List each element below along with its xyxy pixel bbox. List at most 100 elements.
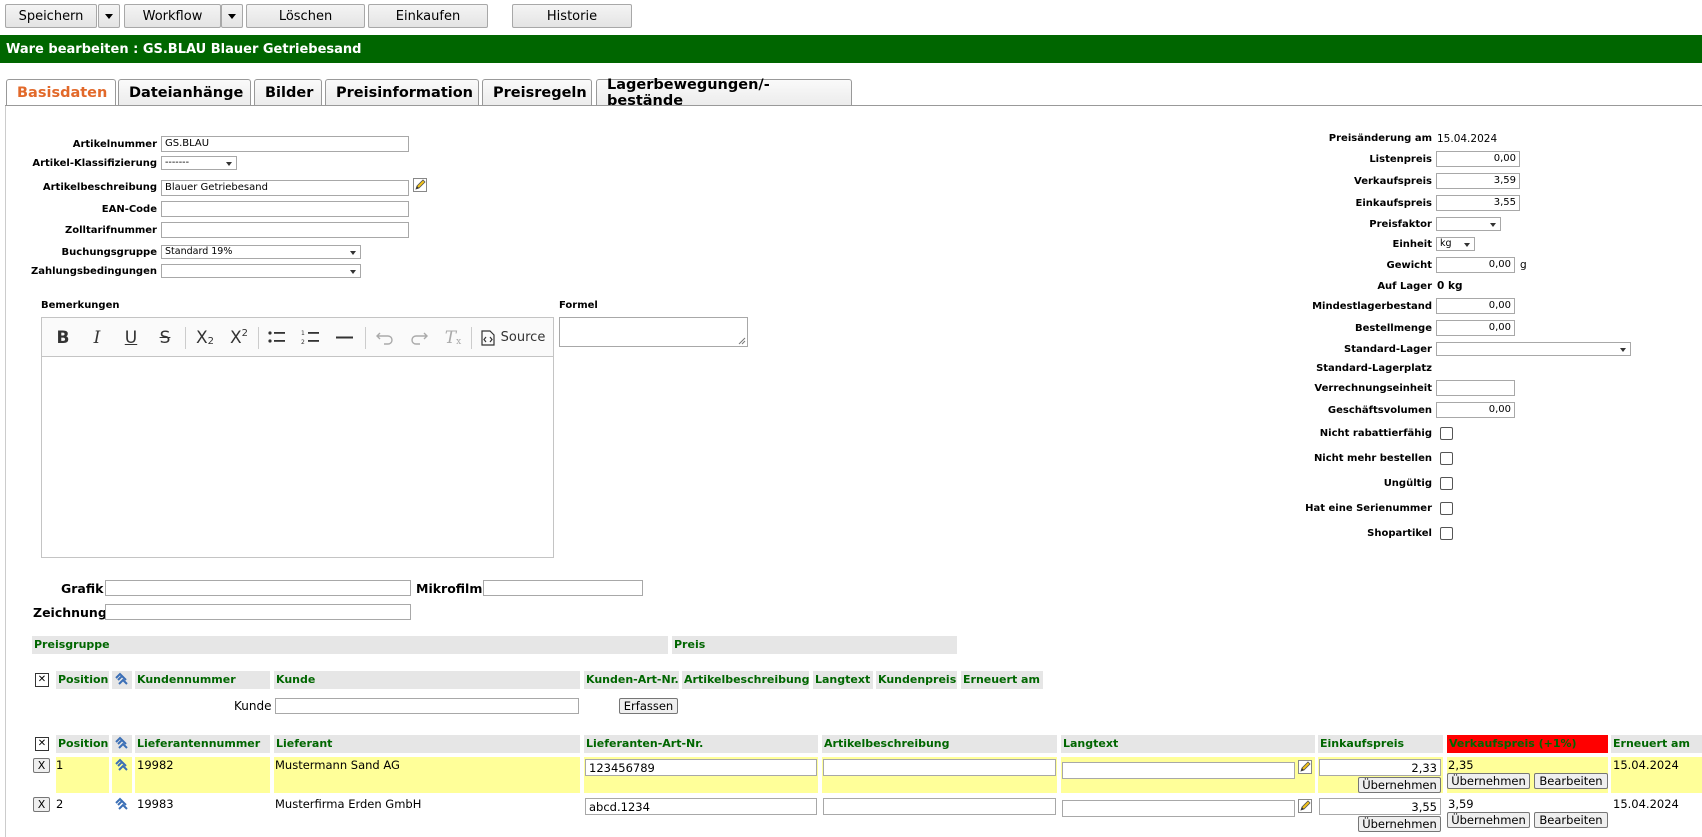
graphic-input[interactable] bbox=[105, 580, 411, 596]
remove-supplier-button[interactable]: X bbox=[33, 758, 50, 773]
drag-handle-icon[interactable] bbox=[114, 797, 130, 813]
customs-input[interactable] bbox=[161, 222, 409, 238]
add-customer-button[interactable]: Erfassen bbox=[619, 698, 678, 714]
take-over-purchase-button[interactable]: Übernehmen bbox=[1358, 816, 1441, 832]
formula-textarea[interactable] bbox=[559, 317, 748, 347]
order-qty-label: Bestellmenge bbox=[1354, 323, 1432, 334]
customers-header-art-no: Kunden-Art-Nr. bbox=[584, 671, 679, 689]
source-label: Source bbox=[500, 330, 546, 345]
drawing-input[interactable] bbox=[105, 604, 411, 620]
supplier-art-no-input[interactable]: 123456789 bbox=[585, 759, 817, 776]
supplier-art-no-input[interactable]: abcd.1234 bbox=[585, 798, 817, 815]
not-discountable-checkbox[interactable] bbox=[1440, 427, 1453, 440]
microfilm-input[interactable] bbox=[483, 580, 643, 596]
bullet-list-icon[interactable] bbox=[262, 318, 292, 357]
edit-button[interactable]: Bearbeiten bbox=[1534, 812, 1608, 828]
list-price-label: Listenpreis bbox=[1369, 154, 1432, 165]
billing-unit-input[interactable] bbox=[1436, 380, 1515, 396]
suppliers-header-purchase-price: Einkaufspreis bbox=[1318, 735, 1443, 753]
business-volume-input[interactable]: 0,00 bbox=[1436, 402, 1515, 418]
unit-select[interactable]: kg bbox=[1436, 237, 1475, 251]
superscript-icon[interactable]: X2 bbox=[224, 318, 254, 357]
payment-terms-select[interactable] bbox=[161, 264, 361, 278]
take-over-purchase-button[interactable]: Übernehmen bbox=[1358, 777, 1441, 793]
list-price-input[interactable]: 0,00 bbox=[1436, 151, 1520, 167]
suppliers-header-art-no: Lieferanten-Art-Nr. bbox=[584, 735, 818, 753]
drag-handle-icon[interactable] bbox=[114, 758, 130, 774]
tab-basisdaten[interactable]: Basisdaten bbox=[6, 79, 116, 106]
take-over-sales-button[interactable]: Übernehmen bbox=[1447, 812, 1530, 828]
purchase-button[interactable]: Einkaufen bbox=[368, 4, 488, 28]
remove-supplier-button[interactable]: X bbox=[33, 797, 50, 812]
redo-icon[interactable] bbox=[404, 318, 434, 357]
customers-header-position: Position bbox=[56, 671, 109, 689]
price-factor-select[interactable] bbox=[1436, 217, 1501, 231]
edit-pencil-icon[interactable] bbox=[1298, 799, 1312, 813]
no-reorder-checkbox[interactable] bbox=[1440, 452, 1453, 465]
svg-text:2: 2 bbox=[301, 339, 305, 346]
no-reorder-label: Nicht mehr bestellen bbox=[1313, 453, 1432, 464]
supplier-longtext-input[interactable] bbox=[1062, 800, 1295, 817]
classification-select[interactable]: ------- bbox=[161, 156, 237, 170]
delete-button[interactable]: Löschen bbox=[246, 4, 365, 28]
strikethrough-icon[interactable]: S bbox=[150, 318, 180, 357]
edit-pencil-icon[interactable] bbox=[1298, 760, 1312, 774]
save-dropdown-button[interactable] bbox=[98, 4, 120, 28]
subscript-icon[interactable]: X2 bbox=[190, 318, 220, 357]
supplier-purchase-price-input[interactable]: 2,33 bbox=[1319, 759, 1441, 776]
description-input[interactable]: Blauer Getriebesand bbox=[161, 180, 409, 196]
underline-icon[interactable]: U bbox=[116, 318, 146, 357]
workflow-button[interactable]: Workflow bbox=[124, 4, 221, 28]
tab-preisinformation[interactable]: Preisinformation bbox=[325, 79, 479, 105]
article-number-input[interactable]: GS.BLAU bbox=[161, 136, 409, 152]
weight-input[interactable]: 0,00 bbox=[1436, 257, 1515, 273]
resize-handle-icon[interactable] bbox=[737, 336, 746, 345]
select-all-customers-checkbox[interactable]: ✕ bbox=[35, 673, 49, 687]
editor-content-area[interactable] bbox=[42, 358, 553, 557]
numbered-list-icon[interactable]: 1 2 bbox=[296, 318, 326, 357]
italic-icon[interactable]: I bbox=[82, 318, 112, 357]
horizontal-line-icon[interactable] bbox=[330, 318, 360, 357]
supplier-description-input[interactable] bbox=[823, 798, 1056, 815]
min-stock-input[interactable]: 0,00 bbox=[1436, 298, 1515, 314]
order-qty-input[interactable]: 0,00 bbox=[1436, 320, 1515, 336]
source-button[interactable]: Source bbox=[476, 318, 548, 357]
reorder-icon bbox=[115, 736, 128, 749]
tab-dateianhaenge[interactable]: Dateianhänge bbox=[118, 79, 251, 105]
tab-preisregeln[interactable]: Preisregeln bbox=[482, 79, 592, 105]
history-button[interactable]: Historie bbox=[512, 4, 632, 28]
bold-icon[interactable]: B bbox=[48, 318, 78, 357]
remarks-editor[interactable]: B I U S X2 X2 1 2 Tx Source bbox=[41, 317, 554, 558]
default-warehouse-select[interactable] bbox=[1436, 342, 1631, 356]
ean-input[interactable] bbox=[161, 201, 409, 217]
remove-format-icon[interactable]: Tx bbox=[438, 318, 468, 357]
booking-group-select[interactable]: Standard 19% bbox=[161, 245, 361, 259]
customer-input[interactable] bbox=[275, 698, 579, 714]
edit-pencil-icon[interactable] bbox=[413, 178, 427, 192]
save-button[interactable]: Speichern bbox=[5, 4, 97, 28]
tab-lagerbewegungen[interactable]: Lagerbewegungen/-bestände bbox=[596, 77, 852, 109]
sales-price-input[interactable]: 3,59 bbox=[1436, 173, 1520, 189]
reorder-icon bbox=[115, 672, 128, 685]
supplier-description-input[interactable] bbox=[823, 759, 1056, 776]
has-serial-label: Hat eine Serienummer bbox=[1305, 503, 1432, 514]
payment-terms-label: Zahlungsbedingungen bbox=[31, 266, 157, 277]
customers-header-reorder bbox=[112, 671, 132, 689]
customers-header-renewed: Erneuert am bbox=[961, 671, 1043, 689]
price-factor-label: Preisfaktor bbox=[1369, 219, 1432, 230]
tab-divider bbox=[5, 105, 1702, 106]
tab-bilder[interactable]: Bilder bbox=[254, 79, 322, 105]
shop-article-checkbox[interactable] bbox=[1440, 527, 1453, 540]
has-serial-checkbox[interactable] bbox=[1440, 502, 1453, 515]
select-all-suppliers-checkbox[interactable]: ✕ bbox=[35, 737, 49, 751]
workflow-dropdown-button[interactable] bbox=[221, 4, 243, 28]
undo-icon[interactable] bbox=[370, 318, 400, 357]
invalid-checkbox[interactable] bbox=[1440, 477, 1453, 490]
take-over-sales-button[interactable]: Übernehmen bbox=[1447, 773, 1530, 789]
supplier-longtext-input[interactable] bbox=[1062, 762, 1295, 779]
formula-label: Formel bbox=[559, 300, 598, 311]
supplier-purchase-price-input[interactable]: 3,55 bbox=[1319, 798, 1441, 815]
default-bin-label: Standard-Lagerplatz bbox=[1316, 363, 1432, 374]
edit-button[interactable]: Bearbeiten bbox=[1534, 773, 1608, 789]
purchase-price-input[interactable]: 3,55 bbox=[1436, 195, 1520, 211]
